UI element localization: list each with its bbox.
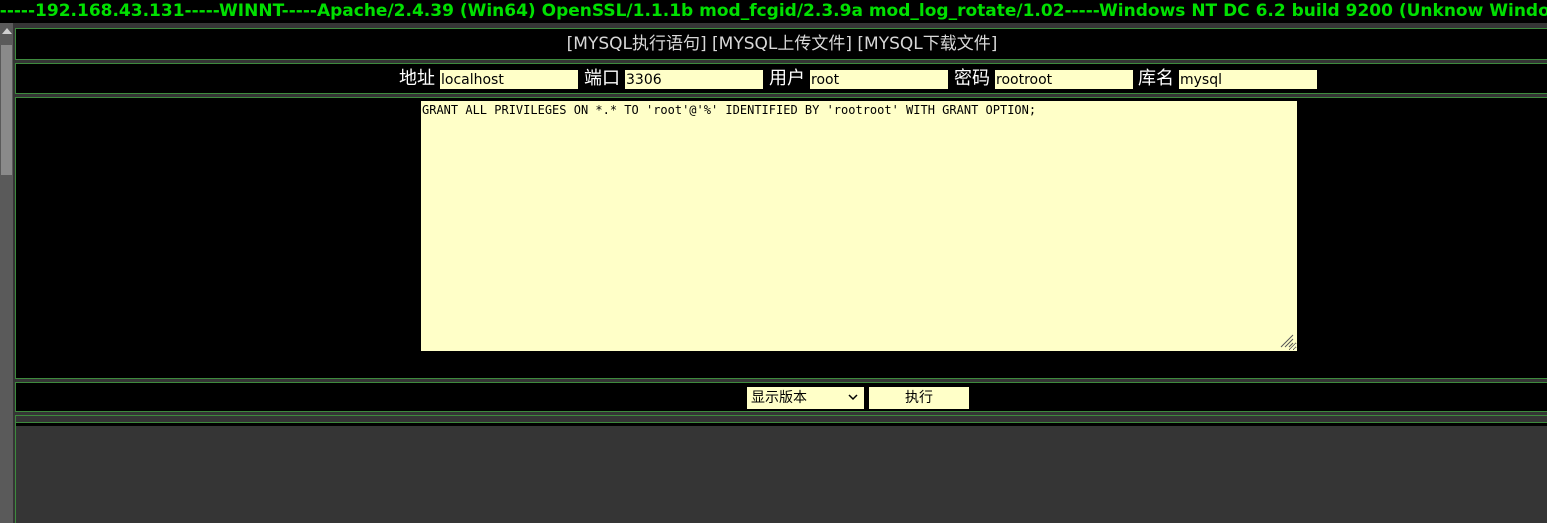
server-info-bar: )-----192.168.43.131-----WINNT-----Apach… (0, 0, 1547, 23)
tab-mysql-download[interactable]: [MYSQL下载文件] (857, 34, 997, 54)
version-select[interactable]: 显示版本 (747, 387, 864, 409)
server-info-text: )-----192.168.43.131-----WINNT-----Apach… (0, 1, 1547, 21)
version-select-value: 显示版本 (751, 390, 807, 406)
sql-query-textarea[interactable]: GRANT ALL PRIVILEGES ON *.* TO 'root'@'%… (421, 101, 1297, 351)
chevron-down-icon (848, 394, 858, 401)
database-field[interactable] (1179, 70, 1317, 89)
result-divider (16, 422, 1547, 426)
port-field[interactable] (625, 70, 763, 89)
scrollbar-thumb[interactable] (1, 45, 12, 175)
port-label: 端口 (584, 68, 620, 89)
resize-grip-icon[interactable] (1278, 332, 1294, 348)
mysql-tabs: [MYSQL执行语句] [MYSQL上传文件] [MYSQL下载文件] (16, 34, 1547, 54)
mysql-tabs-panel: [MYSQL执行语句] [MYSQL上传文件] [MYSQL下载文件] (15, 28, 1547, 60)
execute-panel: 显示版本 执行 (15, 382, 1547, 412)
result-panel (15, 415, 1547, 523)
host-label: 地址 (399, 68, 435, 89)
scroll-up-icon[interactable] (2, 28, 12, 34)
left-scrollbar[interactable] (0, 23, 13, 523)
password-label: 密码 (954, 68, 990, 89)
host-field[interactable] (440, 70, 578, 89)
user-label: 用户 (769, 68, 805, 89)
connection-panel: 地址 端口 用户 密码 库名 (15, 63, 1547, 94)
execute-button[interactable]: 执行 (869, 387, 969, 409)
user-field[interactable] (810, 70, 948, 89)
tab-mysql-execute[interactable]: [MYSQL执行语句] (567, 34, 707, 54)
query-panel: GRANT ALL PRIVILEGES ON *.* TO 'root'@'%… (15, 97, 1547, 379)
password-field[interactable] (995, 70, 1133, 89)
tab-mysql-upload[interactable]: [MYSQL上传文件] (712, 34, 852, 54)
database-label: 库名 (1138, 68, 1174, 89)
